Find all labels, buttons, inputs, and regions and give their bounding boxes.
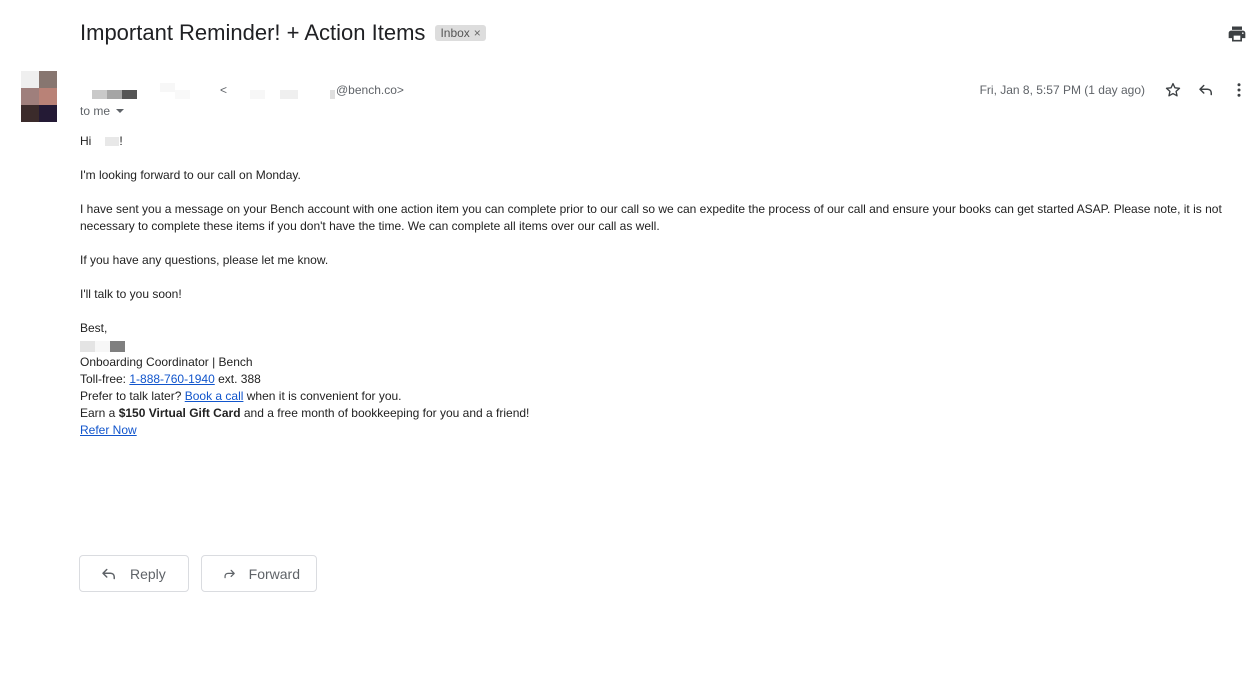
body-paragraph: If you have any questions, please let me… [80,253,329,267]
prefer-text: Prefer to talk later? [80,389,185,403]
reply-button[interactable]: Reply [79,555,189,592]
body-paragraph: I'm looking forward to our call on Monda… [80,168,301,182]
redacted-blur [80,341,95,352]
chevron-down-icon [116,109,125,113]
more-vert-icon[interactable] [1229,80,1249,100]
signature: Best, Onboarding Coordinator | Bench Tol… [80,320,1240,439]
redacted-blur [110,341,125,352]
phone-link[interactable]: 1-888-760-1940 [129,372,214,386]
redacted-sender-name [92,90,107,99]
reply-icon[interactable] [1196,80,1216,100]
email-subject: Important Reminder! + Action Items [80,20,426,45]
recipient-text: to me [80,104,111,118]
reply-label: Reply [130,565,166,582]
email-body: Hi! I'm looking forward to our call on M… [80,133,1240,439]
redacted-sender-name [107,90,122,99]
earn-suffix: and a free month of bookkeeping for you … [240,406,530,420]
redacted-email [280,90,298,99]
forward-icon [224,569,235,578]
redacted-email [330,90,335,99]
avatar-pixel [21,71,39,88]
recipient-details-toggle[interactable]: to me [80,104,125,118]
message-meta: Fri, Jan 8, 5:57 PM (1 day ago) [980,80,1259,100]
greeting-prefix: Hi [80,134,92,148]
redacted-recipient-name [105,137,120,147]
redacted-blur [160,83,175,92]
redacted-sender-name [122,90,137,99]
redacted-signature-name [80,337,1240,354]
avatar-pixel [21,105,39,122]
gift-card-text: $150 Virtual Gift Card [118,406,241,420]
redacted-blur [95,341,110,352]
greeting-suffix: ! [119,134,123,148]
signature-phone-line: Toll-free: 1-888-760-1940 ext. 388 [80,371,1240,388]
star-icon[interactable] [1163,80,1183,100]
label-chip-text: Inbox [440,26,470,40]
message-date: Fri, Jan 8, 5:57 PM (1 day ago) [979,83,1145,97]
avatar-pixel [39,88,57,105]
signature-referral-line: Earn a $150 Virtual Gift Card and a free… [80,405,1240,422]
forward-label: Forward [248,565,300,582]
signoff: Best, [80,321,108,335]
forward-button[interactable]: Forward [201,555,317,592]
signature-book-line: Prefer to talk later? Book a call when i… [80,388,1240,405]
message-actions: Reply Forward [79,555,317,592]
avatar-pixel [21,88,39,105]
remove-label-icon[interactable]: × [474,26,481,40]
tollfree-label: Toll-free: [80,372,130,386]
avatar-pixel [39,105,57,122]
sender-row: < @bench.co> [80,83,480,101]
sender-email-domain: @bench.co> [336,83,404,97]
printer-icon[interactable] [1227,24,1247,44]
greeting: Hi! [80,133,1240,150]
book-call-link[interactable]: Book a call [185,389,244,403]
inbox-label-chip[interactable]: Inbox × [435,25,486,41]
earn-prefix: Earn a [80,406,119,420]
redacted-blur [175,90,190,99]
reply-icon [102,568,115,579]
signature-title: Onboarding Coordinator | Bench [80,355,253,369]
sender-email-open: < [220,83,228,97]
subject-row: Important Reminder! + Action Items Inbox… [80,20,486,46]
refer-now-link[interactable]: Refer Now [80,423,137,437]
redacted-email [250,90,265,99]
sender-avatar[interactable] [21,71,57,122]
body-paragraph: I have sent you a message on your Bench … [80,202,1222,233]
body-paragraph: I'll talk to you soon! [80,287,182,301]
phone-ext: ext. 388 [214,372,261,386]
avatar-pixel [39,71,57,88]
prefer-suffix: when it is convenient for you. [243,389,402,403]
